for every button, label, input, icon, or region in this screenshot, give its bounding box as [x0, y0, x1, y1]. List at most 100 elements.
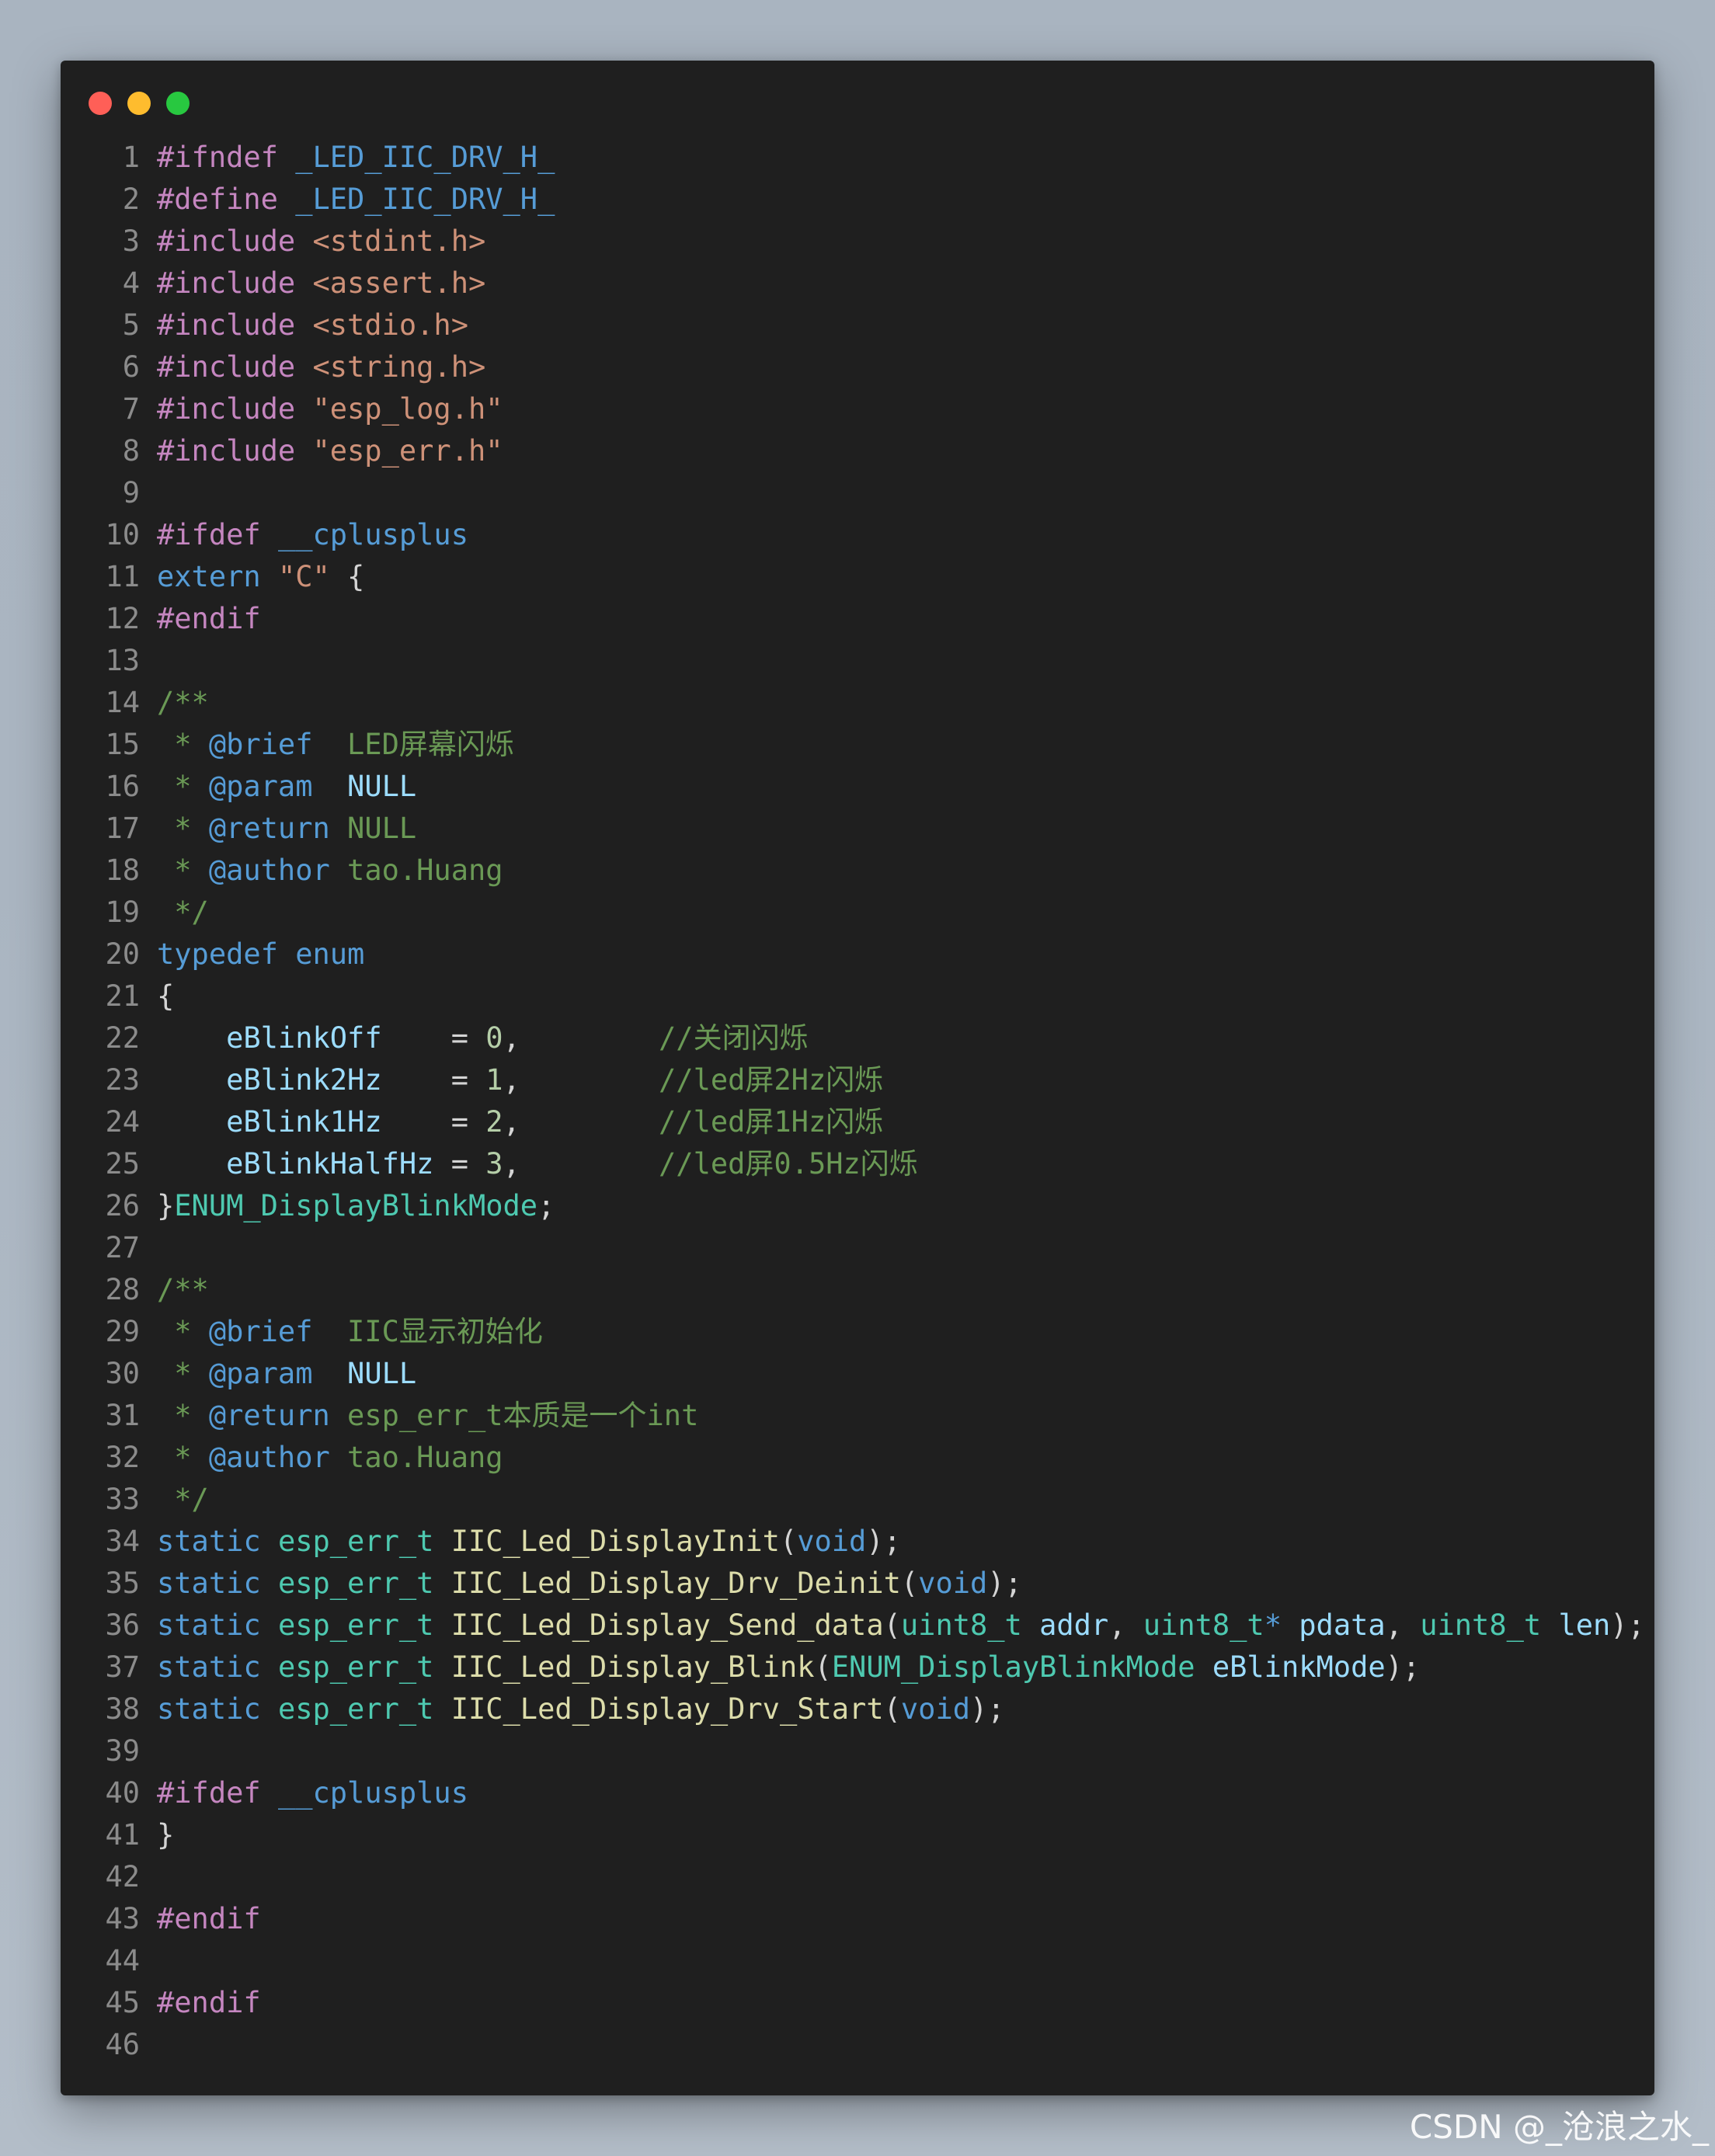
line-text: #endif	[140, 1898, 261, 1940]
line-number: 40	[105, 1776, 140, 1810]
line-number: 12	[105, 602, 140, 635]
code-token: _LED_IIC_DRV_H_	[295, 141, 555, 174]
code-token: ,	[1108, 1608, 1143, 1642]
code-line: 6 #include <string.h>	[89, 346, 1654, 388]
code-token: #include	[157, 434, 313, 468]
code-token: }	[157, 1818, 175, 1852]
line-text	[140, 1940, 157, 1982]
code-token: (	[883, 1692, 901, 1726]
line-number: 9	[122, 476, 140, 509]
code-token: __cplusplus	[277, 1776, 468, 1810]
code-line: 40 #ifdef __cplusplus	[89, 1772, 1654, 1814]
code-line: 29 * @brief IIC显示初始化	[89, 1311, 1654, 1353]
code-token: @brief	[208, 728, 313, 761]
code-token: @param	[208, 1357, 313, 1390]
line-number: 3	[122, 224, 140, 258]
line-number: 32	[105, 1441, 140, 1474]
code-token: #include	[157, 308, 313, 342]
code-line: 3 #include <stdint.h>	[89, 221, 1654, 263]
line-number: 46	[105, 2028, 140, 2061]
minimize-button[interactable]	[127, 92, 151, 115]
code-token: esp_err_t本质是一个int	[329, 1399, 699, 1432]
line-number: 14	[105, 686, 140, 719]
code-token: IIC显示初始化	[312, 1315, 543, 1348]
code-token: 3	[485, 1147, 503, 1181]
line-number: 44	[105, 1944, 140, 1977]
code-token: #define	[157, 183, 296, 216]
line-number: 13	[105, 644, 140, 677]
maximize-button[interactable]	[166, 92, 190, 115]
code-token: #include	[157, 392, 313, 426]
line-text	[140, 1730, 157, 1772]
code-token: <stdio.h>	[312, 308, 468, 342]
code-token: 2	[485, 1105, 503, 1139]
line-number: 29	[105, 1315, 140, 1348]
code-token: void	[900, 1692, 970, 1726]
code-line: 22 eBlinkOff = 0, //关闭闪烁	[89, 1017, 1654, 1059]
code-line: 30 * @param NULL	[89, 1353, 1654, 1395]
code-token: ENUM_DisplayBlinkMode	[174, 1189, 538, 1222]
line-text	[140, 1227, 157, 1269]
code-token: esp_err_t	[277, 1525, 451, 1558]
line-text: }ENUM_DisplayBlinkMode;	[140, 1185, 555, 1227]
code-token: }	[157, 1189, 175, 1222]
code-token: #endif	[157, 602, 261, 635]
code-line: 21 {	[89, 975, 1654, 1017]
code-token: esp_err_t	[277, 1567, 451, 1600]
line-number: 39	[105, 1734, 140, 1768]
line-text: * @return esp_err_t本质是一个int	[140, 1395, 698, 1437]
line-text: #include <string.h>	[140, 346, 485, 388]
line-number: 2	[122, 183, 140, 216]
code-token: ,	[503, 1147, 659, 1181]
code-token: *	[157, 854, 209, 887]
code-line: 16 * @param NULL	[89, 766, 1654, 808]
code-token: len	[1558, 1608, 1611, 1642]
code-line: 34 static esp_err_t IIC_Led_DisplayInit(v…	[89, 1521, 1654, 1563]
line-text: extern "C" {	[140, 556, 364, 598]
code-token: esp_err_t	[277, 1650, 451, 1684]
line-number: 36	[105, 1608, 140, 1642]
line-number: 19	[105, 895, 140, 929]
code-token: #endif	[157, 1902, 261, 1935]
code-token: #ifndef	[157, 141, 296, 174]
code-token: );	[970, 1692, 1005, 1726]
code-token: //led屏2Hz闪烁	[659, 1063, 884, 1097]
line-text: #include <stdio.h>	[140, 304, 468, 346]
code-token: tao.Huang	[329, 1441, 503, 1474]
code-line: 10 #ifdef __cplusplus	[89, 514, 1654, 556]
code-line: 19 */	[89, 892, 1654, 934]
code-line: 27	[89, 1227, 1654, 1269]
code-token: (	[900, 1567, 919, 1600]
code-token: IIC_Led_Display_Send_data	[450, 1608, 884, 1642]
code-token: =	[381, 1105, 486, 1139]
line-text: static esp_err_t IIC_Led_Display_Blink(E…	[140, 1647, 1420, 1688]
code-line: 44	[89, 1940, 1654, 1982]
code-token: "esp_err.h"	[312, 434, 503, 468]
code-token: "C"	[277, 560, 330, 593]
code-line: 14 /**	[89, 682, 1654, 724]
code-line: 32 * @author tao.Huang	[89, 1437, 1654, 1479]
line-text: * @param NULL	[140, 766, 416, 808]
code-line: 33 */	[89, 1479, 1654, 1521]
code-editor[interactable]: 1 #ifndef _LED_IIC_DRV_H_ 2 #define _LED_II…	[89, 137, 1654, 2066]
code-line: 8 #include "esp_err.h"	[89, 430, 1654, 472]
code-token: @return	[208, 1399, 330, 1432]
line-text: /**	[140, 1269, 209, 1311]
code-token: IIC_Led_Display_Drv_Start	[450, 1692, 884, 1726]
line-text: static esp_err_t IIC_Led_Display_Send_da…	[140, 1605, 1645, 1647]
code-token: IIC_Led_DisplayInit	[450, 1525, 780, 1558]
code-token: */	[157, 1483, 209, 1516]
code-token: #ifdef	[157, 518, 278, 551]
line-text: #endif	[140, 598, 261, 640]
window-controls	[89, 92, 190, 115]
code-line: 7 #include "esp_log.h"	[89, 388, 1654, 430]
code-line: 36 static esp_err_t IIC_Led_Display_Send_…	[89, 1605, 1654, 1647]
code-token: @param	[208, 770, 313, 803]
line-text	[140, 640, 157, 682]
code-line: 28 /**	[89, 1269, 1654, 1311]
code-token: (	[779, 1525, 798, 1558]
line-number: 23	[105, 1063, 140, 1097]
close-button[interactable]	[89, 92, 112, 115]
